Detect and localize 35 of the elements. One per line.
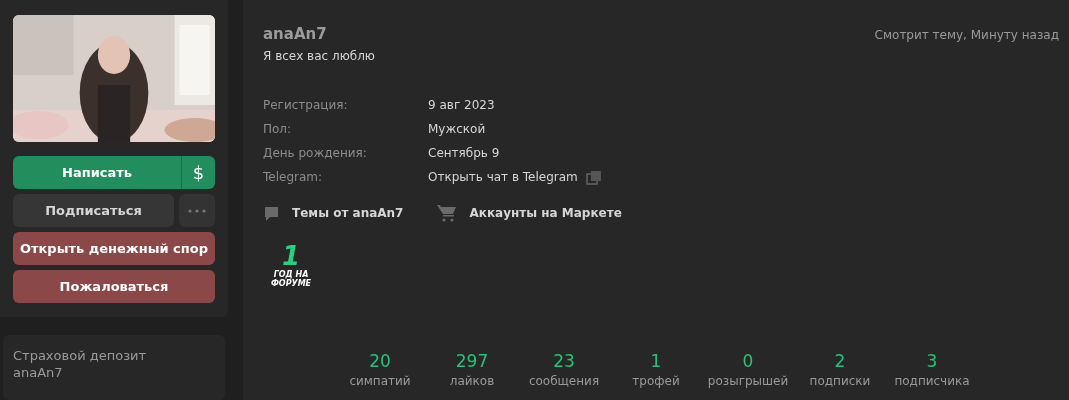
- info-value: Мужской: [428, 121, 486, 138]
- activity-status: Смотрит тему, Минуту назад: [874, 27, 1059, 44]
- more-button[interactable]: [179, 194, 215, 227]
- subscribe-button[interactable]: Подписаться: [13, 194, 174, 227]
- info-label: День рождения:: [263, 145, 368, 162]
- info-value: Сентябрь 9: [428, 145, 500, 162]
- info-label: Регистрация:: [263, 97, 349, 114]
- info-value: 9 авг 2023: [428, 97, 495, 114]
- award-label: ГОД НА: [273, 270, 309, 279]
- deposit-username: anaAn7: [13, 364, 64, 381]
- award-label: ФОРУМЕ: [270, 279, 312, 288]
- speech-bubble-icon: [263, 204, 280, 222]
- telegram-link[interactable]: Открыть чат в Telegram: [428, 169, 578, 186]
- stat-counter[interactable]: 20 симпатий: [334, 350, 426, 390]
- info-label: Пол:: [263, 121, 293, 138]
- topics-link[interactable]: Темы от anaAn7: [263, 204, 404, 222]
- write-button[interactable]: Написать: [13, 156, 181, 189]
- stat-counter[interactable]: 1 трофей: [610, 350, 702, 390]
- stat-counter[interactable]: 0 розыгрышей: [702, 350, 794, 390]
- copy-icon[interactable]: [585, 170, 602, 185]
- stat-counter[interactable]: 2 подписки: [794, 350, 886, 390]
- market-link[interactable]: Аккаунты на Маркете: [437, 204, 622, 222]
- dispute-button[interactable]: Открыть денежный спор: [13, 232, 215, 265]
- donate-button[interactable]: $: [181, 156, 215, 189]
- stat-counter[interactable]: 23 сообщения: [518, 350, 610, 390]
- deposit-title: Страховой депозит: [13, 347, 148, 364]
- info-label: Telegram:: [263, 169, 324, 186]
- cart-icon: [437, 204, 458, 222]
- report-button[interactable]: Пожаловаться: [13, 270, 215, 303]
- user-status: Я всех вас люблю: [263, 48, 375, 65]
- stat-counter[interactable]: 3 подписчика: [886, 350, 978, 390]
- username: anaAn7: [263, 24, 328, 44]
- award-number: 1: [281, 242, 301, 270]
- stat-counter[interactable]: 297 лайков: [426, 350, 518, 390]
- more-icon: [188, 208, 206, 213]
